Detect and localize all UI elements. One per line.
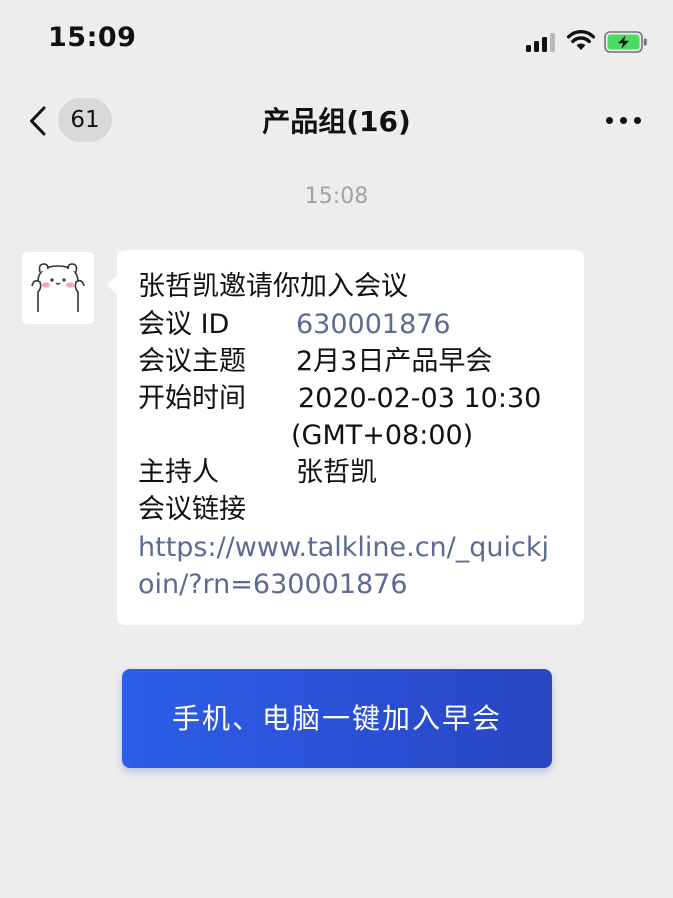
chat-timestamp: 15:08 xyxy=(304,184,369,209)
meeting-link-line-1[interactable]: https://www.talkline.cn/_quickj xyxy=(138,529,549,566)
invite-text: 张哲凯邀请你加入会议 xyxy=(138,271,408,302)
meeting-id-label: 会议 ID xyxy=(138,309,230,340)
start-time-value: 2020-02-03 10:30 xyxy=(298,383,542,414)
status-time: 15:09 xyxy=(48,22,137,53)
host-value: 张哲凯 xyxy=(296,457,377,488)
meeting-topic-label: 会议主题 xyxy=(138,346,246,377)
start-time-label: 开始时间 xyxy=(138,383,246,414)
meeting-link-label: 会议链接 xyxy=(138,494,246,525)
join-meeting-button[interactable]: 手机、电脑一键加入早会 xyxy=(122,669,552,768)
meeting-id-link[interactable]: 630001876 xyxy=(296,306,451,343)
meeting-link-line-2[interactable]: oin/?rn=630001876 xyxy=(138,566,408,603)
message-bubble[interactable]: 张哲凯邀请你加入会议 会议 ID 630001876 会议主题 2月3日产品早会… xyxy=(117,250,584,625)
meeting-topic-value: 2月3日产品早会 xyxy=(296,346,493,377)
nav-bar: 61 产品组(16) xyxy=(0,80,673,158)
more-button[interactable] xyxy=(600,104,646,134)
wifi-icon xyxy=(566,29,596,50)
cellular-signal-icon xyxy=(526,32,560,52)
status-bar: 15:09 xyxy=(0,0,673,80)
more-dots-icon xyxy=(606,117,613,124)
bear-sticker-avatar-icon xyxy=(22,252,94,324)
battery-charging-icon xyxy=(604,31,647,53)
time-zone-value: (GMT+08:00) xyxy=(291,420,474,451)
avatar[interactable] xyxy=(22,252,94,324)
page-title: 产品组(16) xyxy=(262,105,411,138)
host-label: 主持人 xyxy=(138,457,219,488)
